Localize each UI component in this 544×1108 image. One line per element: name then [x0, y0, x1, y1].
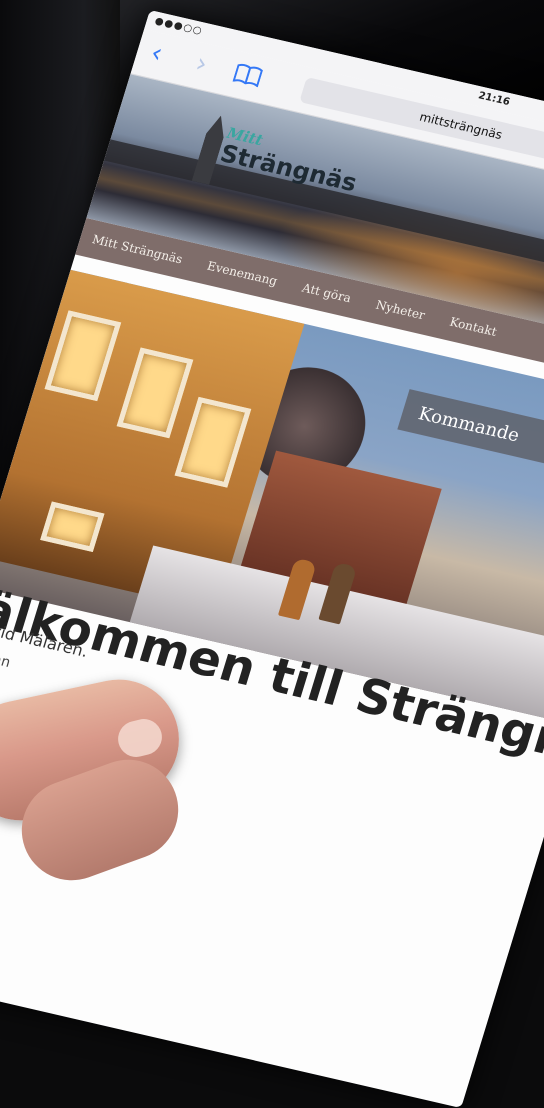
window [40, 501, 105, 553]
kommande-button[interactable]: Kommande [397, 389, 544, 469]
menu-item-kontakt[interactable]: Kontakt [448, 315, 499, 339]
menu-item-evenemang[interactable]: Evenemang [205, 259, 279, 288]
window [174, 396, 252, 488]
menu-item-att-gora[interactable]: Att göra [300, 281, 353, 306]
chevron-right-icon[interactable]: › [192, 48, 211, 79]
menu-item-nyheter[interactable]: Nyheter [374, 298, 427, 323]
book-icon[interactable] [232, 61, 264, 88]
status-time: 21:16 [476, 90, 512, 109]
address-text: mittsträngnäs [417, 109, 504, 143]
window [116, 347, 194, 439]
window [44, 310, 122, 402]
chevron-left-icon[interactable]: ‹ [147, 38, 166, 69]
